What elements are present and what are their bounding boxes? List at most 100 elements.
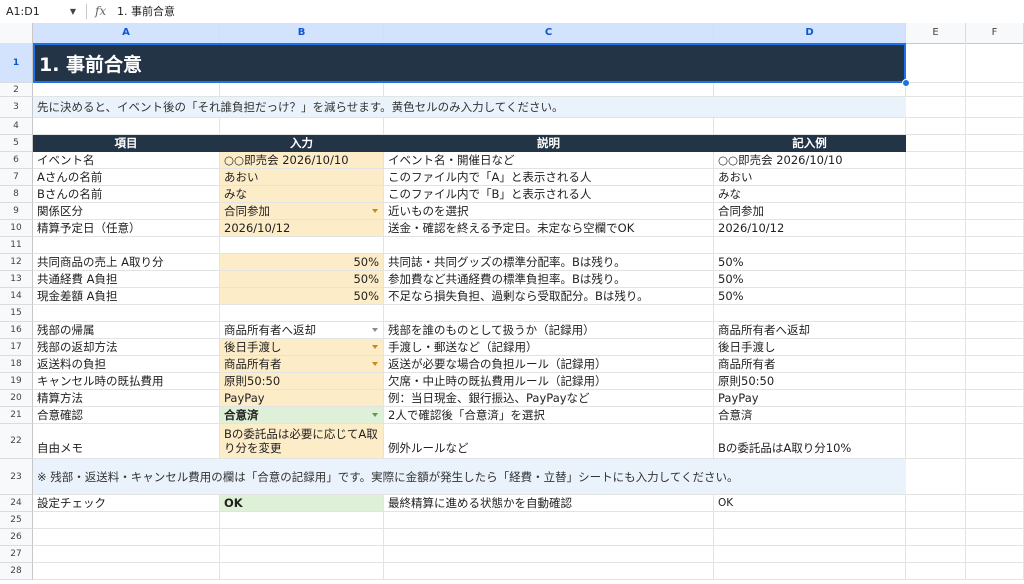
grid-cell[interactable] <box>714 305 906 322</box>
grid-cell[interactable] <box>966 322 1024 339</box>
example-cell[interactable]: 合同参加 <box>714 203 906 220</box>
column-header-c[interactable]: C <box>384 23 714 43</box>
item-label[interactable]: 精算方法 <box>33 390 220 407</box>
description-cell[interactable]: このファイル内で「A」と表示される人 <box>384 169 714 186</box>
grid-cell[interactable] <box>966 305 1024 322</box>
row-header[interactable]: 23 <box>0 459 33 495</box>
grid-cell[interactable] <box>906 407 966 424</box>
grid-cell[interactable] <box>384 237 714 254</box>
header-item[interactable]: 項目 <box>33 135 220 152</box>
name-box[interactable]: A1:D1 ▼ <box>0 0 84 23</box>
grid-cell[interactable] <box>906 118 966 135</box>
page-title[interactable]: 1. 事前合意 <box>33 43 906 83</box>
input-cell[interactable]: 後日手渡し <box>220 339 384 356</box>
grid-cell[interactable] <box>966 203 1024 220</box>
grid-cell[interactable] <box>33 305 220 322</box>
grid-cell[interactable] <box>714 512 906 529</box>
grid-cell[interactable] <box>966 495 1024 512</box>
grid-cell[interactable] <box>906 220 966 237</box>
grid-cell[interactable] <box>384 546 714 563</box>
row-header[interactable]: 22 <box>0 424 33 459</box>
grid-cell[interactable] <box>906 43 966 83</box>
example-cell[interactable]: 合意済 <box>714 407 906 424</box>
row-header[interactable]: 26 <box>0 529 33 546</box>
input-cell[interactable]: 合同参加 <box>220 203 384 220</box>
description-cell[interactable]: 残部を誰のものとして扱うか（記録用） <box>384 322 714 339</box>
description-cell[interactable]: 例：当日現金、銀行振込、PayPayなど <box>384 390 714 407</box>
row-header[interactable]: 14 <box>0 288 33 305</box>
note-text[interactable]: ※ 残部・返送料・キャンセル費用の欄は「合意の記録用」です。実際に金額が発生した… <box>33 459 906 495</box>
description-cell[interactable]: 共同誌・共同グッズの標準分配率。Bは残り。 <box>384 254 714 271</box>
grid-cell[interactable] <box>966 83 1024 97</box>
item-label[interactable]: 返送料の負担 <box>33 356 220 373</box>
item-label[interactable]: Bさんの名前 <box>33 186 220 203</box>
item-label[interactable]: 現金差額 A負担 <box>33 288 220 305</box>
grid-cell[interactable] <box>906 529 966 546</box>
grid-cell[interactable] <box>384 512 714 529</box>
chevron-down-icon[interactable]: ▼ <box>70 0 76 23</box>
grid-cell[interactable] <box>384 563 714 580</box>
row-header[interactable]: 7 <box>0 169 33 186</box>
grid-cell[interactable] <box>966 220 1024 237</box>
item-label[interactable]: イベント名 <box>33 152 220 169</box>
grid-cell[interactable] <box>906 237 966 254</box>
grid-cell[interactable] <box>966 288 1024 305</box>
grid-cell[interactable] <box>714 83 906 97</box>
column-header-f[interactable]: F <box>966 23 1024 43</box>
column-header-d[interactable]: D <box>714 23 906 43</box>
row-header[interactable]: 10 <box>0 220 33 237</box>
grid-cell[interactable] <box>966 43 1024 83</box>
row-header[interactable]: 17 <box>0 339 33 356</box>
grid-cell[interactable] <box>220 83 384 97</box>
example-cell[interactable]: みな <box>714 186 906 203</box>
description-cell[interactable]: 2人で確認後「合意済」を選択 <box>384 407 714 424</box>
input-cell[interactable]: 合意済 <box>220 407 384 424</box>
grid-cell[interactable] <box>220 305 384 322</box>
row-header[interactable]: 1 <box>0 43 33 83</box>
example-cell[interactable]: PayPay <box>714 390 906 407</box>
row-header[interactable]: 24 <box>0 495 33 512</box>
input-cell[interactable]: Bの委託品は必要に応じてA取り分を変更 <box>220 424 384 459</box>
row-header[interactable]: 3 <box>0 97 33 118</box>
header-example[interactable]: 記入例 <box>714 135 906 152</box>
grid-cell[interactable] <box>966 254 1024 271</box>
row-header[interactable]: 11 <box>0 237 33 254</box>
item-label[interactable]: Aさんの名前 <box>33 169 220 186</box>
input-cell[interactable]: 原則50:50 <box>220 373 384 390</box>
example-cell[interactable]: 原則50:50 <box>714 373 906 390</box>
item-label[interactable]: 残部の帰属 <box>33 322 220 339</box>
item-label[interactable]: 残部の返却方法 <box>33 339 220 356</box>
grid-cell[interactable] <box>906 169 966 186</box>
row-header[interactable]: 27 <box>0 546 33 563</box>
formula-input[interactable]: 1. 事前合意 <box>117 0 175 23</box>
grid-cell[interactable] <box>966 373 1024 390</box>
input-cell[interactable]: 50% <box>220 254 384 271</box>
description-cell[interactable]: 欠席・中止時の既払費用ルール（記録用） <box>384 373 714 390</box>
grid-cell[interactable] <box>33 529 220 546</box>
grid-cell[interactable] <box>966 512 1024 529</box>
example-cell[interactable]: ○○即売会 2026/10/10 <box>714 152 906 169</box>
grid-cell[interactable] <box>906 135 966 152</box>
item-label[interactable]: 精算予定日（任意） <box>33 220 220 237</box>
grid-cell[interactable] <box>714 563 906 580</box>
row-header[interactable]: 9 <box>0 203 33 220</box>
row-header[interactable]: 5 <box>0 135 33 152</box>
input-cell[interactable]: OK <box>220 495 384 512</box>
row-header[interactable]: 6 <box>0 152 33 169</box>
input-cell[interactable]: 商品所有者へ返却 <box>220 322 384 339</box>
example-cell[interactable]: 後日手渡し <box>714 339 906 356</box>
grid-cell[interactable] <box>906 563 966 580</box>
grid-cell[interactable] <box>966 237 1024 254</box>
example-cell[interactable]: 商品所有者 <box>714 356 906 373</box>
grid-cell[interactable] <box>33 546 220 563</box>
example-cell[interactable]: 50% <box>714 288 906 305</box>
item-label[interactable]: キャンセル時の既払費用 <box>33 373 220 390</box>
input-cell[interactable]: あおい <box>220 169 384 186</box>
grid-cell[interactable] <box>714 237 906 254</box>
grid-cell[interactable] <box>966 135 1024 152</box>
row-header[interactable]: 18 <box>0 356 33 373</box>
row-header[interactable]: 12 <box>0 254 33 271</box>
input-cell[interactable]: 2026/10/12 <box>220 220 384 237</box>
description-cell[interactable]: 不足なら損失負担、過剰なら受取配分。Bは残り。 <box>384 288 714 305</box>
grid-cell[interactable] <box>714 546 906 563</box>
